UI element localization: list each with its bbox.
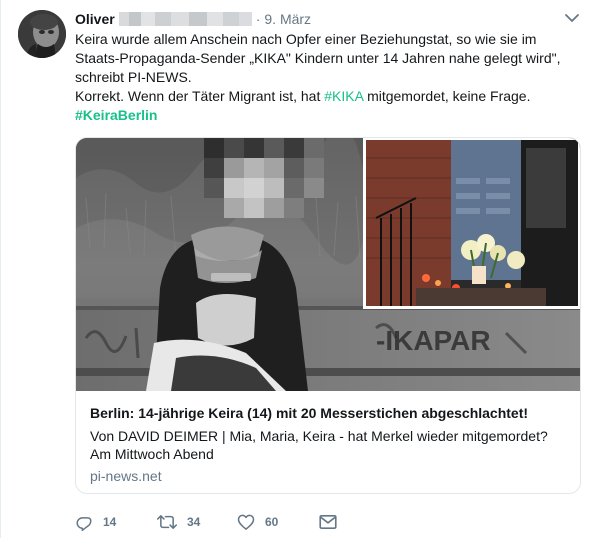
tweet-text-paragraph-2: Korrekt. Wenn der Täter Migrant ist, hat… (75, 87, 575, 106)
tweet-text-paragraph-3: #KeiraBerlin (75, 106, 575, 125)
retweet-count: 34 (187, 515, 201, 529)
direct-message-button[interactable] (319, 514, 337, 530)
separator-dot: · (255, 11, 261, 27)
like-button[interactable]: 60 (237, 513, 319, 531)
hashtag-keiraberlin[interactable]: #KeiraBerlin (75, 107, 157, 123)
heart-icon (237, 514, 255, 530)
avatar[interactable] (18, 10, 66, 58)
tweet-date[interactable]: 9. März (264, 10, 311, 28)
tweet-text: Keira wurde allem Anschein nach Opfer ei… (75, 30, 575, 125)
tweet-text-line2-before: Korrekt. Wenn der Täter Migrant ist, hat (75, 88, 325, 104)
envelope-icon (319, 515, 337, 529)
card-photo: -IKAPAR (76, 138, 580, 391)
card-description: Von DAVID DEIMER | Mia, Maria, Keira - h… (90, 428, 548, 462)
card-title[interactable]: Berlin: 14-jährige Keira (14) mit 20 Mes… (90, 404, 570, 422)
more-options-button[interactable] (564, 12, 580, 24)
inset-memorial-photo (363, 138, 580, 309)
tweet-header: Oliver · 9. März (75, 10, 311, 28)
like-count: 60 (265, 515, 279, 529)
retweet-button[interactable]: 34 (157, 513, 237, 531)
pixelated-handle (118, 12, 252, 26)
reply-icon (76, 517, 92, 531)
card-domain: pi-news.net (90, 468, 162, 484)
tweet-text-line2-after: mitgemordet, keine Frage. (363, 88, 531, 104)
hashtag-kika[interactable]: #KIKA (324, 88, 363, 104)
reply-button[interactable]: 14 (75, 513, 157, 531)
tweet-actions: 14 34 60 (75, 512, 337, 532)
chevron-down-icon (565, 14, 579, 22)
author-name[interactable]: Oliver (75, 10, 115, 28)
avatar-image (18, 10, 66, 58)
reply-count: 14 (103, 515, 117, 529)
link-card[interactable]: -IKAPAR Berlin: 14-jährige Keira (14) mi… (75, 137, 581, 494)
graffiti-text: -IKAPAR (376, 325, 491, 356)
retweet-icon (157, 515, 177, 529)
tweet[interactable]: Oliver · 9. März Keira wurde allem Ansch… (0, 0, 593, 538)
card-image[interactable]: -IKAPAR (76, 138, 580, 391)
tweet-text-paragraph-1: Keira wurde allem Anschein nach Opfer ei… (75, 31, 561, 85)
